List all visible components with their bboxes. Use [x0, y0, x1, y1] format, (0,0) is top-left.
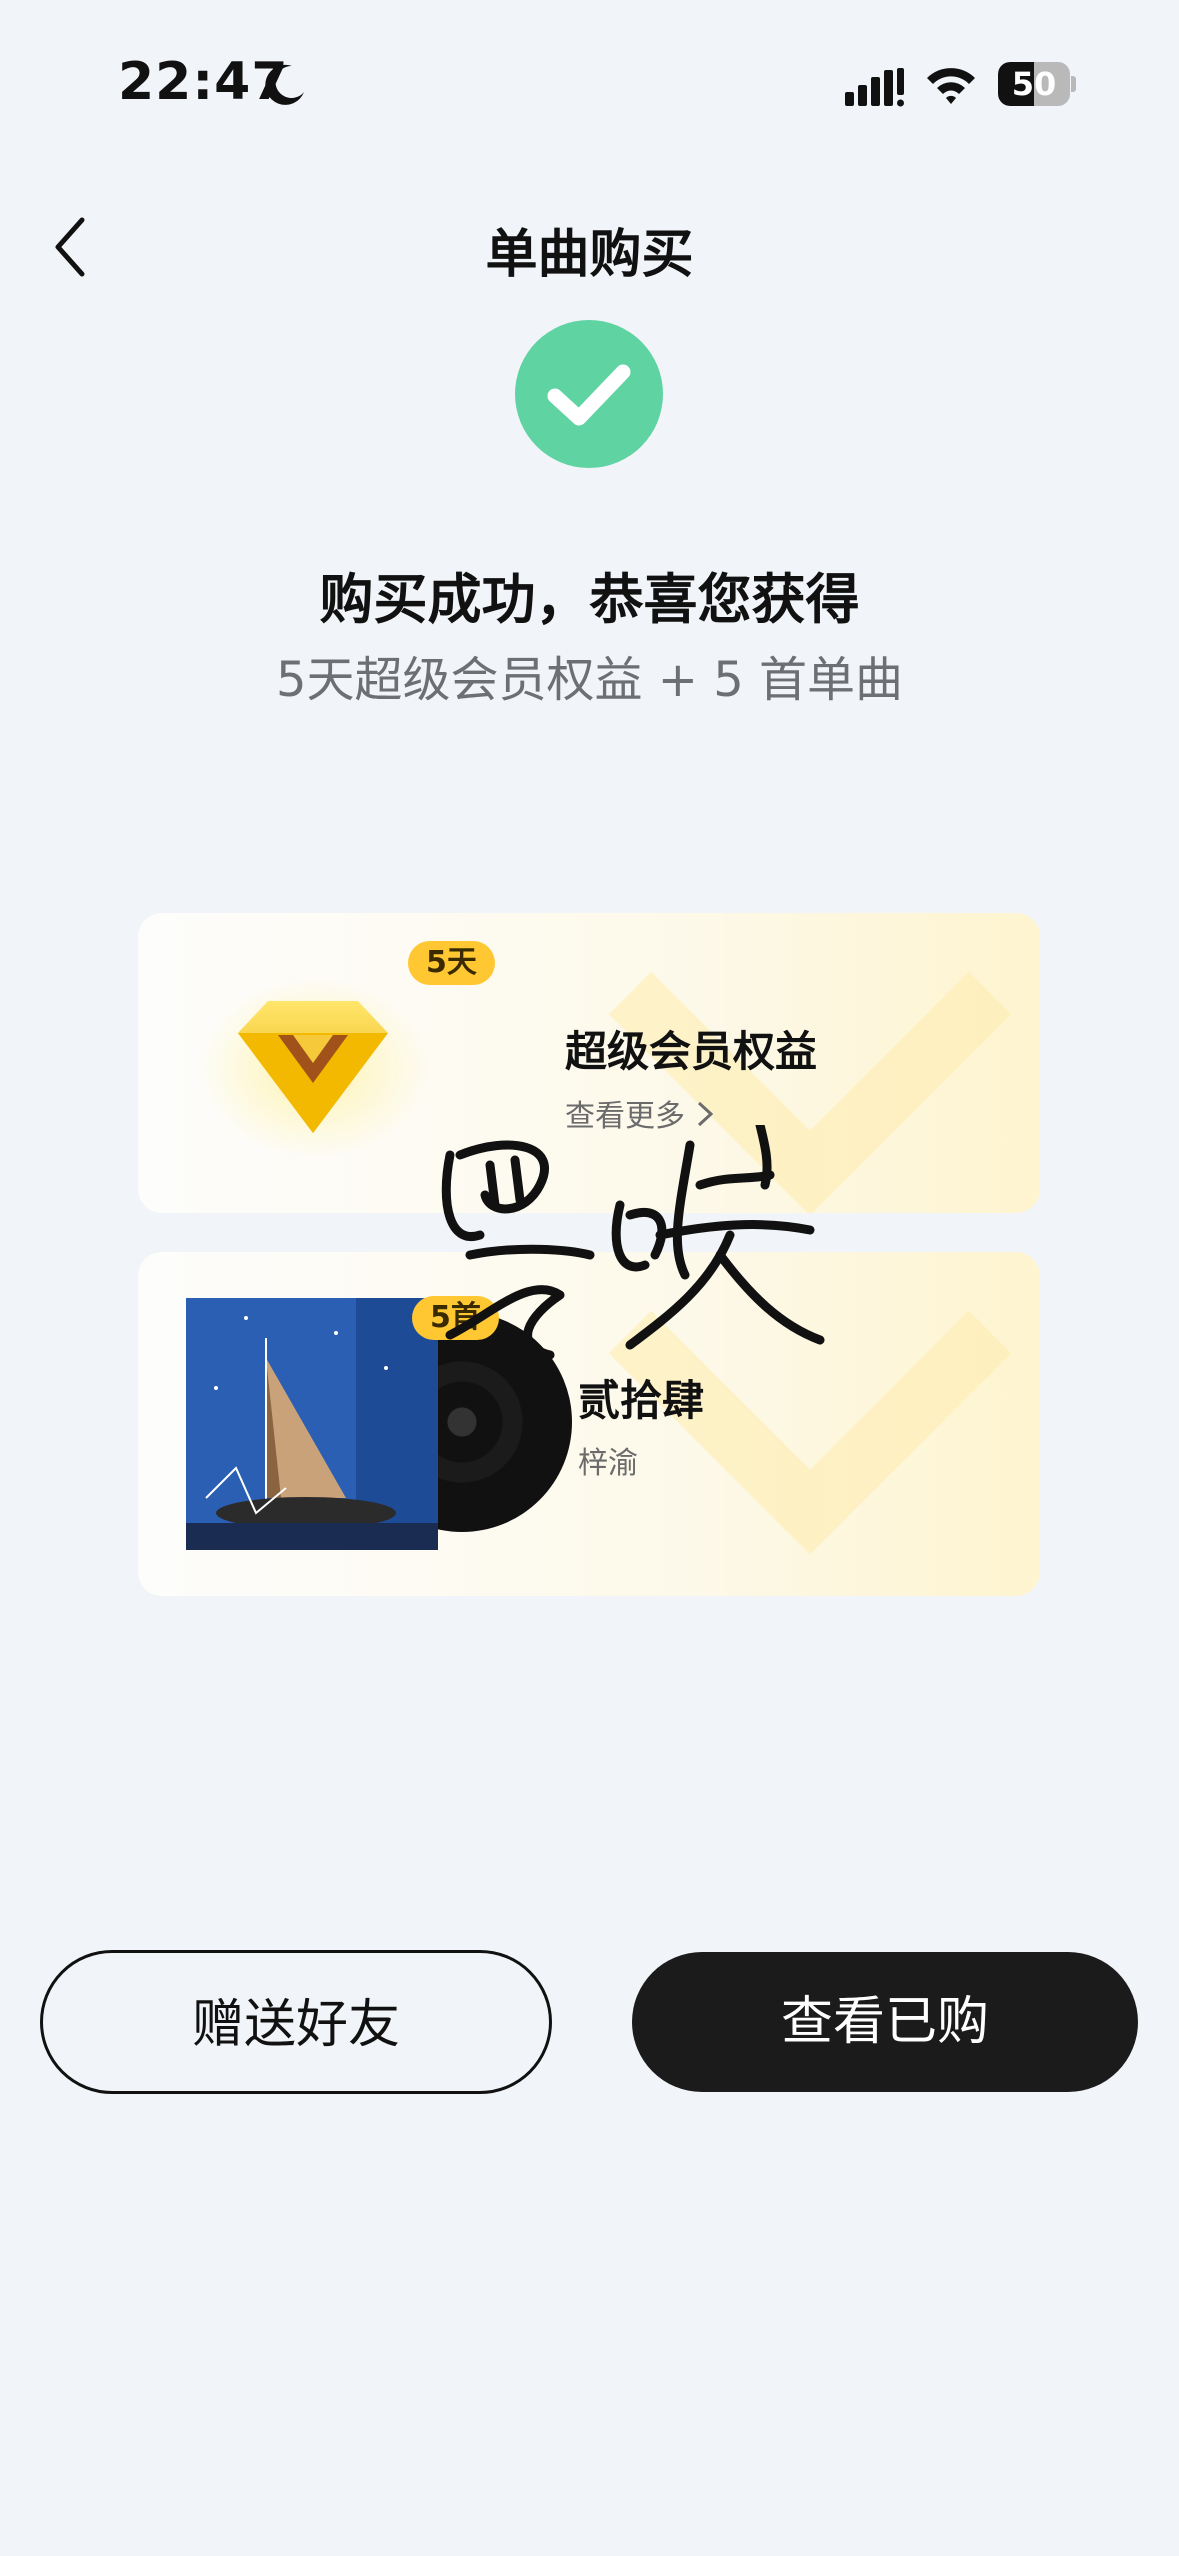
duration-badge: 5天	[408, 941, 495, 985]
page-title: 单曲购买	[485, 225, 694, 285]
view-purchased-button[interactable]: 查看已购	[632, 1952, 1138, 2092]
gift-to-friend-button[interactable]: 赠送好友	[40, 1950, 552, 2094]
artist-name: 梓渝	[578, 1446, 638, 1481]
wifi-icon	[925, 64, 977, 110]
battery-icon: 50	[998, 62, 1076, 106]
handwritten-signature	[441, 1125, 825, 1360]
card-title: 超级会员权益	[565, 1027, 818, 1076]
check-circle-icon	[515, 320, 663, 468]
success-title: 购买成功，恭喜您获得	[319, 568, 860, 631]
album-cover	[186, 1298, 438, 1550]
cellular-signal-icon	[845, 68, 905, 112]
diamond-icon	[198, 978, 428, 1158]
moon-icon	[262, 62, 308, 112]
success-subtitle: 5天超级会员权益 + 5 首单曲	[275, 652, 904, 708]
battery-level: 50	[1011, 65, 1057, 103]
